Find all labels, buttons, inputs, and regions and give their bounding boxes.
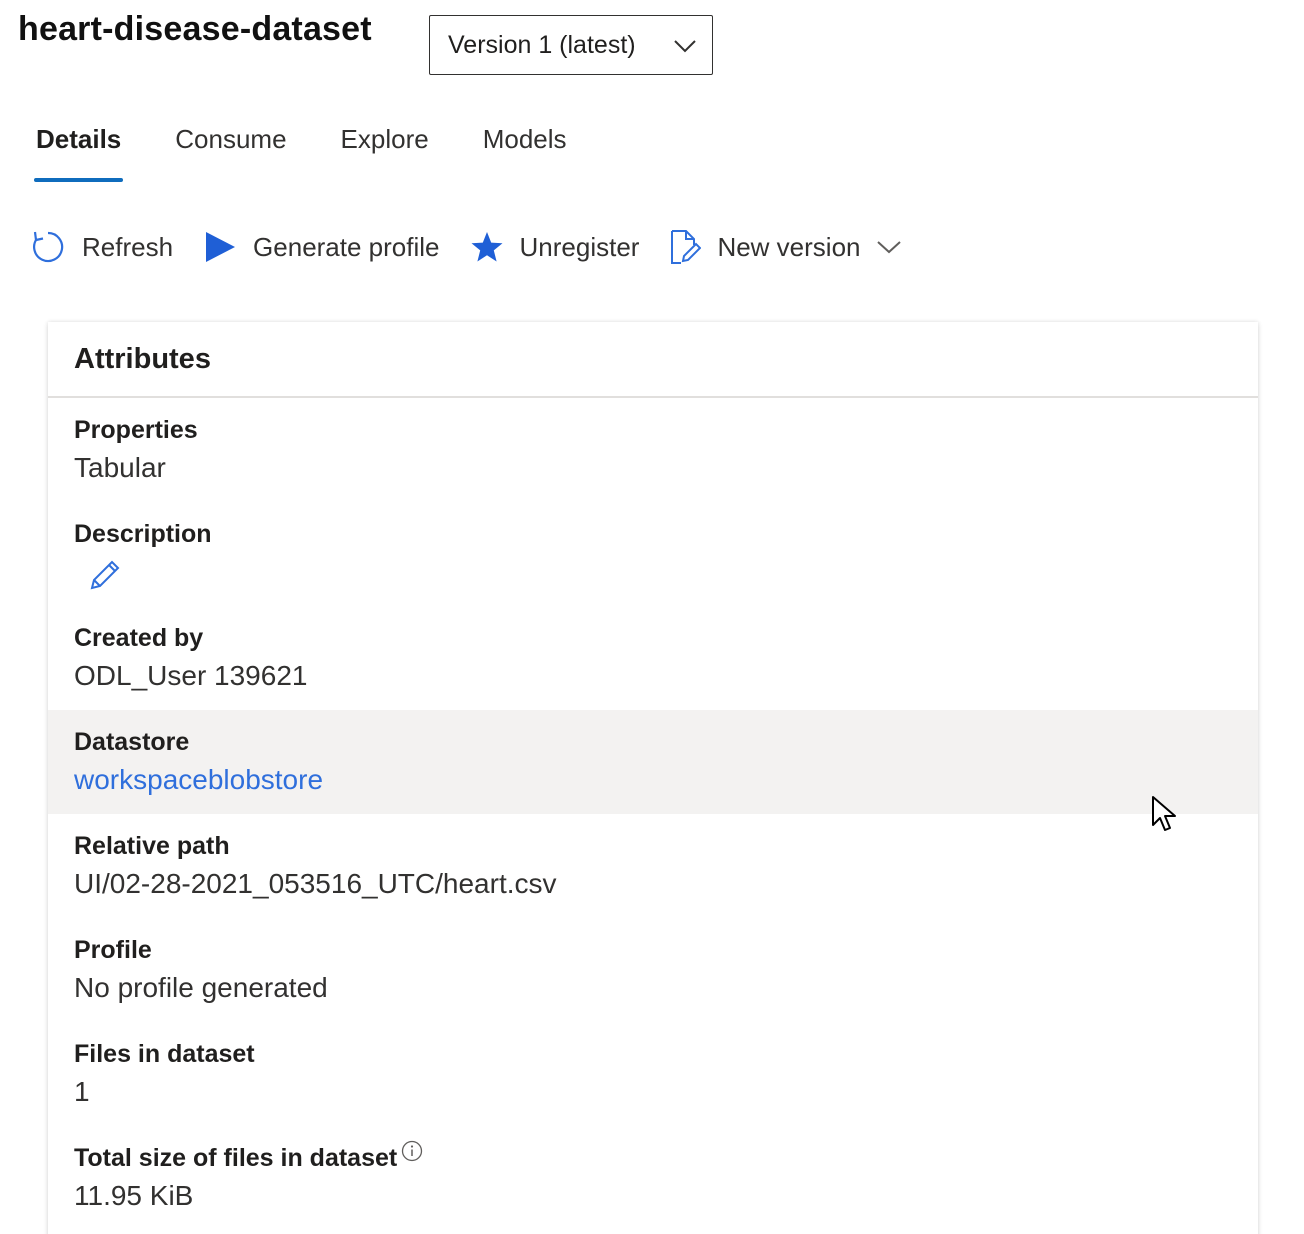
play-icon [203, 230, 237, 264]
command-bar: Refresh Generate profile Unregister New … [30, 224, 931, 270]
field-label: Description [74, 520, 212, 548]
tab-models[interactable]: Models [483, 118, 567, 186]
properties-field: Properties Tabular [48, 398, 1258, 502]
tab-consume[interactable]: Consume [175, 118, 286, 186]
refresh-label: Refresh [82, 231, 174, 262]
version-dropdown-value: Version 1 (latest) [448, 30, 636, 59]
new-version-icon [669, 229, 702, 265]
refresh-button[interactable]: Refresh [30, 229, 173, 265]
unregister-button[interactable]: Unregister [470, 230, 640, 264]
chevron-down-icon [876, 240, 901, 254]
tab-bar: Details Consume Explore Models [33, 118, 621, 186]
tab-details[interactable]: Details [33, 118, 124, 186]
generate-profile-button[interactable]: Generate profile [203, 230, 440, 264]
files-in-dataset-field: Files in dataset 1 [48, 1022, 1258, 1126]
mouse-cursor-icon [1151, 795, 1179, 840]
edit-icon[interactable] [88, 558, 122, 597]
version-dropdown[interactable]: Version 1 (latest) [429, 15, 713, 75]
refresh-icon [30, 229, 66, 265]
field-value: 11.95 KiB [74, 1180, 194, 1211]
attributes-title: Attributes [48, 322, 1258, 398]
datastore-link[interactable]: workspaceblobstore [74, 758, 1232, 802]
chevron-down-icon [674, 31, 696, 60]
field-value: UI/02-28-2021_053516_UTC/heart.csv [74, 868, 557, 899]
tab-explore[interactable]: Explore [341, 118, 429, 186]
created-by-field: Created by ODL_User 139621 [48, 606, 1258, 710]
field-label: Total size of files in dataset [74, 1140, 1232, 1174]
field-value: ODL_User 139621 [74, 660, 308, 691]
field-value: Tabular [74, 452, 166, 483]
attributes-card: Attributes Properties Tabular Descriptio… [48, 322, 1258, 1234]
field-label: Properties [74, 416, 198, 444]
new-version-button[interactable]: New version [669, 229, 901, 265]
new-version-label: New version [717, 231, 861, 262]
relative-path-field: Relative path UI/02-28-2021_053516_UTC/h… [48, 814, 1258, 918]
description-field: Description [48, 502, 1258, 606]
total-size-label: Total size of files in dataset [74, 1144, 398, 1172]
field-label: Created by [74, 624, 204, 652]
datastore-field: Datastore workspaceblobstore [48, 710, 1258, 814]
info-icon[interactable] [401, 1138, 423, 1170]
dataset-details-page: heart-disease-dataset Version 1 (latest)… [0, 0, 1304, 1234]
total-size-field: Total size of files in dataset 11.95 KiB [48, 1126, 1258, 1230]
star-icon [470, 230, 504, 264]
field-value: No profile generated [74, 972, 328, 1003]
profile-field: Profile No profile generated [48, 918, 1258, 1022]
field-label: Datastore [74, 728, 190, 756]
unregister-label: Unregister [519, 231, 640, 262]
field-label: Relative path [74, 832, 230, 860]
field-value: 1 [74, 1076, 90, 1107]
field-label: Profile [74, 936, 152, 964]
page-title: heart-disease-dataset [18, 10, 372, 48]
generate-profile-label: Generate profile [253, 231, 440, 262]
field-label: Files in dataset [74, 1040, 255, 1068]
